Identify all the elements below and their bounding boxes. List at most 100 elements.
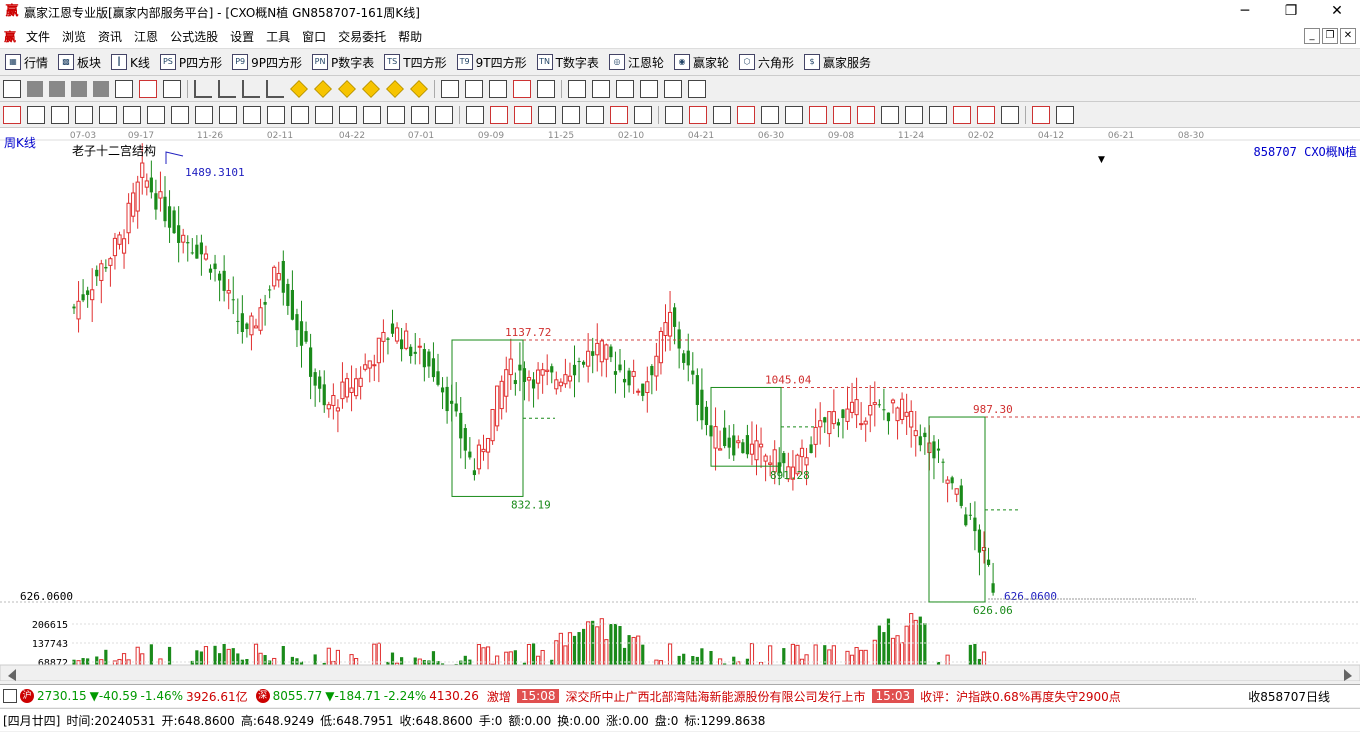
bars4-icon[interactable] xyxy=(953,105,971,124)
zoom-icon[interactable] xyxy=(139,79,157,98)
table-icon[interactable] xyxy=(586,105,604,124)
toolbar-hexagon-button[interactable]: ⬡ 六角形 xyxy=(734,54,799,71)
diamond-in-icon[interactable] xyxy=(386,79,404,98)
calendar-icon[interactable] xyxy=(568,79,586,98)
menu-info[interactable]: 资讯 xyxy=(92,28,128,45)
list-icon[interactable] xyxy=(616,79,634,98)
menu-window[interactable]: 窗口 xyxy=(296,28,332,45)
infinity-icon[interactable] xyxy=(1056,105,1074,124)
save-icon[interactable] xyxy=(640,79,658,98)
fan2-icon[interactable] xyxy=(75,105,93,124)
ratio-tool-icon[interactable] xyxy=(537,79,555,98)
toolbar-9t-square-button[interactable]: T9 9T四方形 xyxy=(452,54,532,71)
first-bar-icon[interactable] xyxy=(194,79,212,98)
menu-file[interactable]: 文件 xyxy=(20,28,56,45)
horizontal-scrollbar[interactable] xyxy=(0,664,1360,681)
toolbar-kline-button[interactable]: ┃ K线 xyxy=(106,54,155,71)
sz-index[interactable]: 深 8055.77 ▼-184.71 -2.24% 4130.26 xyxy=(255,689,479,703)
kline-chart[interactable]: 07-03 09-17 11-26 02-11 04-22 07-01 09-09 11-25… xyxy=(0,128,1360,681)
diamond-up-icon[interactable] xyxy=(290,79,308,98)
comb-icon[interactable] xyxy=(387,105,405,124)
level-icon[interactable] xyxy=(665,105,683,124)
sh-index[interactable]: 沪 2730.15 ▼-40.59 -1.46% 3926.61亿 xyxy=(20,688,248,705)
diamond-left-icon[interactable] xyxy=(338,79,356,98)
fan-icon[interactable] xyxy=(51,105,69,124)
toolbar-winner-wheel-button[interactable]: ◉ 赢家轮 xyxy=(669,54,734,71)
fan4-icon[interactable] xyxy=(123,105,141,124)
toolbar-t-table-button[interactable]: TN T数字表 xyxy=(532,54,604,71)
spiral-icon[interactable] xyxy=(147,105,165,124)
channel-icon[interactable] xyxy=(411,105,429,124)
prev-icon[interactable] xyxy=(242,79,260,98)
triangle-icon[interactable] xyxy=(243,105,261,124)
pen-icon[interactable] xyxy=(3,105,21,124)
toolbar-t-square-button[interactable]: TS T四方形 xyxy=(379,54,451,71)
bars5-icon[interactable] xyxy=(977,105,995,124)
menu-tools[interactable]: 工具 xyxy=(260,28,296,45)
period-icon[interactable] xyxy=(3,79,21,98)
minimize-button[interactable]: ─ xyxy=(1222,0,1268,24)
mdi-minimize-button[interactable]: _ xyxy=(1304,28,1320,44)
fan3-icon[interactable] xyxy=(99,105,117,124)
circle-icon[interactable] xyxy=(219,105,237,124)
diagonal-icon[interactable] xyxy=(490,105,508,124)
cycle-icon[interactable] xyxy=(195,105,213,124)
fork-icon[interactable] xyxy=(363,105,381,124)
mdi-close-button[interactable]: ✕ xyxy=(1340,28,1356,44)
menu-trade[interactable]: 交易委托 xyxy=(332,28,392,45)
percent-icon[interactable] xyxy=(713,105,731,124)
harmonic2-icon[interactable] xyxy=(857,105,875,124)
crosshair-icon[interactable] xyxy=(465,79,483,98)
toolbar-service-button[interactable]: $ 赢家服务 xyxy=(799,54,876,71)
last-bar-icon[interactable] xyxy=(218,79,236,98)
close-button[interactable]: ✕ xyxy=(1314,0,1360,24)
menu-settings[interactable]: 设置 xyxy=(224,28,260,45)
report-icon[interactable] xyxy=(592,79,610,98)
target-icon[interactable] xyxy=(785,105,803,124)
mdi-restore-button[interactable]: ❐ xyxy=(1322,28,1338,44)
ellipse-icon[interactable] xyxy=(291,105,309,124)
layers-icon[interactable] xyxy=(664,79,682,98)
harmonic-icon[interactable] xyxy=(833,105,851,124)
diamond-out-icon[interactable] xyxy=(410,79,428,98)
chart-area[interactable]: 07-03 09-17 11-26 02-11 04-22 07-01 09-09 11-25… xyxy=(0,128,1360,681)
bars3-icon[interactable] xyxy=(929,105,947,124)
restore-button[interactable]: ❐ xyxy=(1268,0,1314,24)
toolbar-p-square-button[interactable]: PS P四方形 xyxy=(155,54,227,71)
percent-diag-icon[interactable] xyxy=(689,105,707,124)
hand-icon[interactable] xyxy=(441,79,459,98)
coin-icon[interactable] xyxy=(761,105,779,124)
menu-gann[interactable]: 江恩 xyxy=(128,28,164,45)
grid-lines-icon[interactable] xyxy=(27,105,45,124)
diamond-down-icon[interactable] xyxy=(314,79,332,98)
toolbar-9p-square-button[interactable]: P9 9P四方形 xyxy=(227,54,307,71)
lines-icon[interactable] xyxy=(435,105,453,124)
next-icon[interactable] xyxy=(266,79,284,98)
time-zone-icon[interactable] xyxy=(267,105,285,124)
keyboard-icon[interactable] xyxy=(3,689,17,703)
bars6-icon[interactable] xyxy=(1001,105,1019,124)
yin-yang-icon[interactable] xyxy=(1032,105,1050,124)
toolbar-gann-wheel-button[interactable]: ◎ 江恩轮 xyxy=(604,54,669,71)
diamond-right-icon[interactable] xyxy=(362,79,380,98)
rect-icon[interactable] xyxy=(466,105,484,124)
cursor-icon[interactable] xyxy=(115,79,133,98)
chart-dropdown-icon[interactable]: ▼ xyxy=(1098,155,1105,165)
color-icon[interactable] xyxy=(163,79,181,98)
menu-browse[interactable]: 浏览 xyxy=(56,28,92,45)
menu-formula[interactable]: 公式选股 xyxy=(164,28,224,45)
music-icon[interactable] xyxy=(809,105,827,124)
fib-icon[interactable] xyxy=(737,105,755,124)
bars2-icon[interactable] xyxy=(905,105,923,124)
menu-help[interactable]: 帮助 xyxy=(392,28,428,45)
period-label[interactable]: 周K线 xyxy=(4,134,36,151)
matrix-icon[interactable] xyxy=(610,105,628,124)
arc-tool-icon[interactable] xyxy=(513,79,531,98)
diagonal2-icon[interactable] xyxy=(514,105,532,124)
toolbar-quotes-button[interactable]: ▦ 行情 xyxy=(0,54,53,71)
print-icon[interactable] xyxy=(688,79,706,98)
slope-icon[interactable] xyxy=(562,105,580,124)
line-tool-icon[interactable] xyxy=(489,79,507,98)
stripes-icon[interactable] xyxy=(634,105,652,124)
toolbar-sector-button[interactable]: ▩ 板块 xyxy=(53,54,106,71)
